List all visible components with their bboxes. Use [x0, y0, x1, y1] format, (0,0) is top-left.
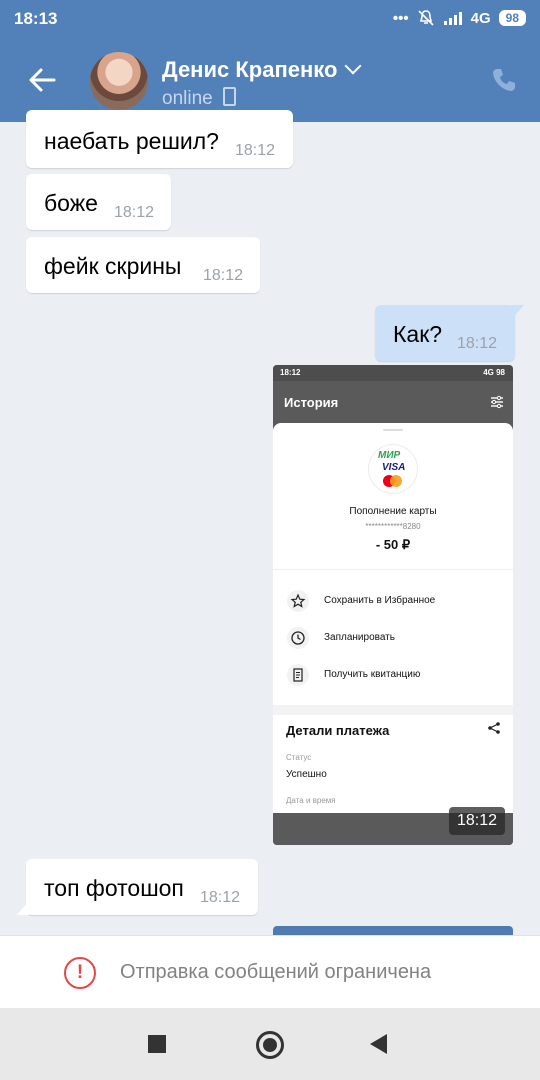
status-value: Успешно [286, 769, 327, 780]
message-text: боже [44, 190, 98, 216]
image-app-bar: История [273, 381, 513, 423]
visa-logo: VISA [382, 462, 406, 473]
message-incoming[interactable]: фейк скрины 18:12 [26, 237, 260, 293]
image-bottom-sheet: МИР VISA Пополнение карты ************82… [273, 423, 513, 813]
share-icon [488, 722, 500, 734]
operation-title: Пополнение карты [349, 506, 437, 517]
clock-icon [287, 627, 309, 649]
amount: - 50 ₽ [375, 537, 411, 552]
attached-image[interactable]: 18:12 4G 98 История МИР VISA Пополнение … [273, 365, 513, 845]
status-icons: ••• 4G 98 [393, 9, 526, 27]
dots-icon: ••• [392, 9, 409, 27]
image-app-title: История [284, 395, 339, 410]
message-incoming[interactable]: топ фотошоп 18:12 [17, 859, 258, 915]
warning-icon: ! [64, 957, 96, 989]
signal-icon [443, 12, 462, 25]
presence-text: online [162, 88, 213, 109]
action-receipt: Получить квитанцию [287, 664, 507, 686]
mastercard-logo-right [390, 475, 402, 487]
message-time: 18:12 [203, 267, 244, 284]
presence-status: online [162, 87, 236, 110]
receipt-icon [287, 664, 309, 686]
message-text: топ фотошоп [44, 875, 184, 901]
message-text: Как? [393, 321, 443, 347]
sheet-handle [383, 429, 403, 431]
message-text: фейк скрины [44, 253, 182, 279]
message-time: 18:12 [200, 889, 241, 906]
contact-name[interactable]: Денис Крапенко [162, 57, 362, 83]
status-time: 18:13 [14, 9, 58, 28]
mir-logo: МИР [378, 450, 401, 461]
action-schedule: Запланировать [287, 627, 507, 649]
battery-level: 98 [498, 10, 526, 26]
image-status-bar: 18:12 4G 98 [273, 365, 513, 381]
action-favorite: Сохранить в Избранное [287, 590, 507, 612]
date-label: Дата и время [286, 796, 336, 805]
message-time: 18:12 [114, 204, 155, 221]
message-time: 18:12 [457, 335, 498, 352]
muted-bell-icon [418, 10, 434, 26]
action-label: Получить квитанцию [324, 669, 421, 680]
card-number: ************8280 [365, 522, 421, 531]
star-icon [287, 590, 309, 612]
details-title: Детали платежа [286, 723, 390, 738]
status-bar: 18:13 ••• 4G 98 [0, 0, 540, 38]
back-arrow-icon[interactable] [26, 64, 58, 96]
image-timestamp: 18:12 [448, 807, 505, 835]
status-label: Статус [286, 753, 312, 762]
recent-apps-icon[interactable] [148, 1035, 166, 1053]
bubble-tail [17, 901, 29, 915]
message-outgoing[interactable]: Как? 18:12 [375, 305, 524, 361]
home-icon[interactable] [256, 1031, 284, 1059]
bubble-tail [512, 305, 524, 319]
action-label: Запланировать [324, 632, 395, 643]
avatar[interactable] [90, 52, 148, 110]
restriction-text: Отправка сообщений ограничена [120, 961, 432, 983]
image-status-time: 18:12 [280, 368, 301, 377]
chevron-down-icon [344, 57, 362, 75]
system-nav-bar [0, 1008, 540, 1080]
message-incoming[interactable]: наебать решил? 18:12 [26, 110, 293, 168]
divider [273, 569, 513, 570]
message-incoming[interactable]: боже 18:12 [26, 174, 171, 230]
contact-name-text: Денис Крапенко [162, 57, 338, 82]
image-status-right: 4G 98 [483, 368, 505, 377]
action-label: Сохранить в Избранное [324, 595, 436, 606]
section-gap [273, 705, 513, 715]
mobile-device-icon [222, 87, 236, 106]
message-time: 18:12 [235, 142, 276, 159]
network-type: 4G [470, 9, 491, 27]
messaging-restricted-bar: ! Отправка сообщений ограничена [0, 935, 540, 1009]
message-text: наебать решил? [44, 128, 219, 154]
back-triangle-icon[interactable] [370, 1034, 387, 1054]
card-logo: МИР VISA [369, 445, 417, 493]
filter-icon [491, 395, 503, 409]
phone-call-icon[interactable] [490, 66, 518, 94]
